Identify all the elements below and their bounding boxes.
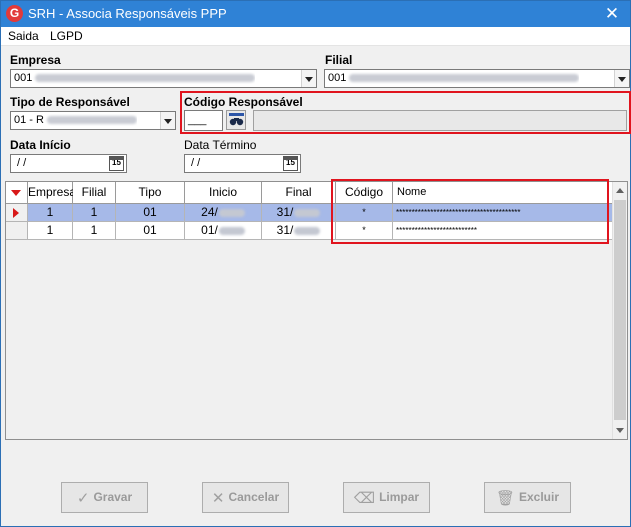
cell-final[interactable]: 31/ xyxy=(262,222,336,240)
filial-label: Filial xyxy=(325,53,353,67)
excluir-button[interactable]: 🗑 Excluir xyxy=(484,482,571,513)
checkmark-icon: ✓ xyxy=(76,490,90,507)
main-window: G SRH - Associa Responsáveis PPP ✕ Saida… xyxy=(0,0,631,527)
cancelar-button[interactable]: ✕ Cancelar xyxy=(202,482,289,513)
cell-inicio-value: 24/ xyxy=(201,205,218,219)
data-inicio-input[interactable]: / / 15 xyxy=(10,154,127,173)
row-indicator[interactable] xyxy=(6,222,28,240)
menu-bar: Saida LGPD xyxy=(1,27,630,46)
title-bar: G SRH - Associa Responsáveis PPP ✕ xyxy=(1,1,630,27)
window-title: SRH - Associa Responsáveis PPP xyxy=(28,6,227,21)
cell-tipo[interactable]: 01 xyxy=(116,222,185,240)
empresa-value: 001 xyxy=(14,72,33,84)
chevron-down-icon[interactable] xyxy=(614,70,629,87)
sort-down-icon xyxy=(11,190,21,196)
cell-final-value: 31/ xyxy=(276,223,294,237)
close-button[interactable]: ✕ xyxy=(600,3,624,25)
highlight-codigo-responsavel xyxy=(180,91,631,134)
trash-icon: 🗑 xyxy=(495,490,515,507)
calendar-icon[interactable]: 15 xyxy=(109,156,124,171)
vertical-scrollbar[interactable] xyxy=(612,182,627,439)
scroll-thumb[interactable] xyxy=(614,200,626,420)
redacted-date xyxy=(294,208,321,217)
cell-empresa[interactable]: 1 xyxy=(28,222,73,240)
data-inicio-label: Data Início xyxy=(10,138,71,152)
cell-final[interactable]: 31/ xyxy=(262,204,336,222)
tipo-responsavel-value: 01 - R xyxy=(14,114,44,126)
empresa-select[interactable]: 001 xyxy=(10,69,317,88)
empresa-label: Empresa xyxy=(10,53,61,67)
calendar-icon[interactable]: 15 xyxy=(283,156,298,171)
cell-filial[interactable]: 1 xyxy=(73,204,116,222)
redacted-date xyxy=(218,208,245,217)
cell-inicio[interactable]: 24/ xyxy=(185,204,262,222)
redacted-date xyxy=(218,226,245,235)
cancel-x-icon: ✕ xyxy=(211,490,225,507)
column-header-empresa[interactable]: Empresa xyxy=(28,182,76,204)
cell-inicio-value: 01/ xyxy=(201,223,218,237)
current-row-arrow-icon xyxy=(13,208,19,218)
data-termino-input[interactable]: / / 15 xyxy=(184,154,301,173)
cell-filial[interactable]: 1 xyxy=(73,222,116,240)
cell-final-value: 31/ xyxy=(276,205,294,219)
scroll-down-icon[interactable] xyxy=(613,423,627,439)
column-header-final[interactable]: Final xyxy=(262,182,336,204)
filial-name-redacted xyxy=(349,74,580,83)
column-header-inicio[interactable]: Inicio xyxy=(185,182,262,204)
cell-inicio[interactable]: 01/ xyxy=(185,222,262,240)
tipo-responsavel-select[interactable]: 01 - R xyxy=(10,111,176,130)
limpar-button[interactable]: ⌫ Limpar xyxy=(343,482,430,513)
scroll-up-icon[interactable] xyxy=(613,182,627,198)
filial-select[interactable]: 001 xyxy=(324,69,630,88)
filial-value: 001 xyxy=(328,72,347,84)
grid-indicator-header[interactable] xyxy=(6,182,28,204)
app-logo-icon: G xyxy=(6,5,23,22)
gravar-button[interactable]: ✓ Gravar xyxy=(61,482,148,513)
cell-tipo[interactable]: 01 xyxy=(116,204,185,222)
eraser-icon: ⌫ xyxy=(353,490,376,507)
highlight-codigo-nome-columns xyxy=(331,179,609,244)
chevron-down-icon[interactable] xyxy=(160,112,175,129)
empresa-name-redacted xyxy=(35,74,256,83)
menu-item-lgpd[interactable]: LGPD xyxy=(50,29,83,43)
data-termino-label: Data Término xyxy=(184,138,257,152)
tipo-responsavel-label: Tipo de Responsável xyxy=(10,95,130,109)
chevron-down-icon[interactable] xyxy=(301,70,316,87)
menu-item-saida[interactable]: Saida xyxy=(8,29,39,43)
column-header-tipo[interactable]: Tipo xyxy=(116,182,185,204)
row-indicator[interactable] xyxy=(6,204,28,222)
cell-empresa[interactable]: 1 xyxy=(28,204,73,222)
tipo-responsavel-name-redacted xyxy=(46,116,137,125)
redacted-date xyxy=(294,226,321,235)
column-header-filial[interactable]: Filial xyxy=(73,182,116,204)
